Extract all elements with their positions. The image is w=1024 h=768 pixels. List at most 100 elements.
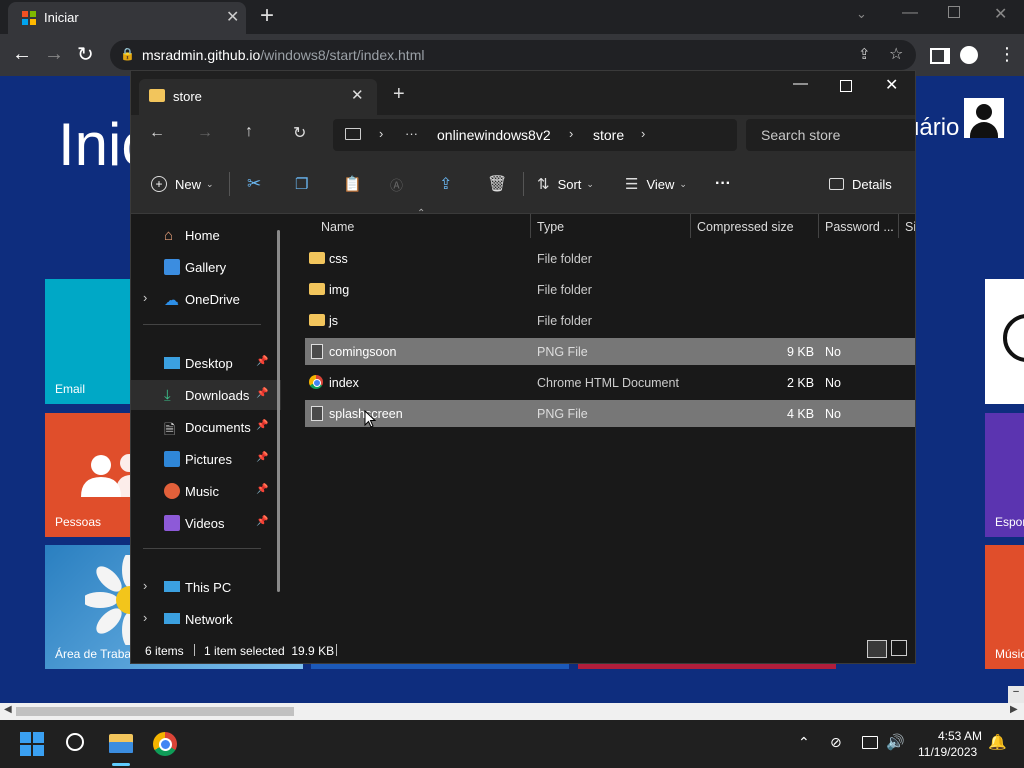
page-scroll-button[interactable]: – bbox=[1008, 686, 1024, 703]
close-window-icon[interactable]: ✕ bbox=[994, 4, 1007, 24]
site-info-icon[interactable]: 🔒 bbox=[120, 47, 135, 61]
bookmark-star-icon[interactable]: ☆ bbox=[889, 44, 903, 64]
new-tab-button[interactable]: + bbox=[260, 2, 274, 30]
nav-item-videos[interactable]: Videos 📌 bbox=[131, 508, 281, 538]
breadcrumb-item[interactable]: store bbox=[593, 127, 624, 143]
browser-tab[interactable]: Iniciar ✕ bbox=[8, 2, 246, 34]
breadcrumb-more[interactable]: ··· bbox=[405, 126, 418, 141]
search-tile[interactable] bbox=[985, 279, 1024, 404]
menu-icon[interactable]: ⋮ bbox=[998, 44, 1016, 65]
search-icon[interactable] bbox=[66, 733, 84, 751]
nav-item-onedrive[interactable]: › ☁ OneDrive bbox=[131, 284, 281, 314]
breadcrumb-item[interactable]: onlinewindows8v2 bbox=[437, 127, 551, 143]
chevron-right-icon[interactable]: › bbox=[143, 290, 147, 305]
column-header-password[interactable]: Password ... bbox=[825, 220, 894, 234]
tiles-view-icon[interactable] bbox=[891, 640, 907, 656]
details-view-icon[interactable] bbox=[867, 640, 887, 658]
explorer-minimize-icon[interactable]: — bbox=[793, 75, 808, 92]
back-icon[interactable]: ← bbox=[12, 43, 32, 66]
table-row[interactable]: css File folder bbox=[305, 245, 915, 272]
nav-item-desktop[interactable]: Desktop 📌 bbox=[131, 348, 281, 378]
search-box[interactable]: Search store bbox=[746, 119, 915, 151]
table-row[interactable]: img File folder bbox=[305, 276, 915, 303]
sort-button[interactable]: ⇅ Sort ⌄ bbox=[537, 155, 594, 213]
side-panel-icon[interactable] bbox=[930, 48, 950, 64]
nav-item-documents[interactable]: 🗎 Documents 📌 bbox=[131, 412, 281, 442]
view-button[interactable]: ☰ View ⌄ bbox=[625, 155, 687, 213]
nav-item-music[interactable]: Music 📌 bbox=[131, 476, 281, 506]
sports-tile[interactable]: Espor bbox=[985, 413, 1024, 537]
pin-icon[interactable]: 📌 bbox=[256, 516, 268, 527]
nav-scrollbar[interactable] bbox=[277, 230, 280, 592]
image-file-icon bbox=[311, 406, 323, 421]
explorer-tab[interactable]: store ✕ bbox=[139, 79, 377, 115]
reload-icon[interactable]: ↻ bbox=[77, 42, 94, 67]
table-row[interactable]: js File folder bbox=[305, 307, 915, 334]
user-avatar[interactable] bbox=[964, 98, 1004, 138]
computer-icon bbox=[345, 128, 361, 140]
refresh-icon[interactable]: ↻ bbox=[293, 123, 306, 143]
explorer-new-tab-button[interactable]: + bbox=[393, 83, 405, 106]
clock-time[interactable]: 4:53 AM bbox=[938, 729, 982, 743]
tab-search-icon[interactable]: ⌄ bbox=[856, 6, 867, 22]
pin-icon[interactable]: 📌 bbox=[256, 356, 268, 367]
search-input[interactable]: Search store bbox=[761, 127, 840, 143]
nav-item-downloads[interactable]: ⤓ Downloads 📌 bbox=[131, 380, 281, 410]
chevron-right-icon[interactable]: › bbox=[143, 578, 147, 593]
column-header-size[interactable]: Compressed size bbox=[697, 220, 794, 234]
chevron-up-icon[interactable]: ⌃ bbox=[798, 734, 810, 751]
chrome-taskbar-icon[interactable] bbox=[153, 732, 177, 756]
clock-date[interactable]: 11/19/2023 bbox=[918, 745, 977, 759]
nav-item-gallery[interactable]: Gallery bbox=[131, 252, 281, 282]
close-icon[interactable]: ✕ bbox=[226, 7, 239, 27]
scroll-right-icon[interactable]: ▶ bbox=[1010, 704, 1018, 715]
network-offline-icon[interactable]: ⊘ bbox=[830, 734, 842, 751]
copy-icon[interactable]: ❐ bbox=[295, 155, 308, 213]
nav-item-thispc[interactable]: › This PC bbox=[131, 572, 281, 602]
music-tile[interactable]: Músic bbox=[985, 545, 1024, 669]
table-row[interactable]: comingsoon PNG File 9 KB No bbox=[305, 338, 915, 365]
share-icon[interactable]: ⇪ bbox=[858, 45, 871, 63]
pin-icon[interactable]: 📌 bbox=[256, 452, 268, 463]
cut-icon[interactable]: ✂ bbox=[247, 155, 261, 213]
notification-bell-icon[interactable]: 🔔 bbox=[988, 733, 1007, 751]
column-header-name[interactable]: Name bbox=[321, 220, 354, 234]
share-icon[interactable]: ⇪ bbox=[439, 155, 452, 213]
more-options-button[interactable]: ··· bbox=[715, 155, 731, 213]
nav-item-home[interactable]: ⌂ Home bbox=[131, 220, 281, 250]
explorer-close-icon[interactable]: ✕ bbox=[885, 75, 898, 95]
chevron-right-icon[interactable]: › bbox=[143, 610, 147, 625]
pin-icon[interactable]: 📌 bbox=[256, 484, 268, 495]
explorer-maximize-icon[interactable] bbox=[840, 80, 852, 92]
table-row[interactable]: index Chrome HTML Document 2 KB No bbox=[305, 369, 915, 396]
nav-item-pictures[interactable]: Pictures 📌 bbox=[131, 444, 281, 474]
file-explorer-taskbar-icon[interactable] bbox=[107, 732, 135, 756]
column-header-extra[interactable]: Si bbox=[905, 220, 915, 234]
new-button[interactable]: + New ⌄ bbox=[151, 155, 214, 213]
forward-icon[interactable]: → bbox=[197, 124, 213, 142]
profile-avatar-icon[interactable] bbox=[960, 46, 978, 64]
back-icon[interactable]: ← bbox=[149, 124, 165, 142]
pin-icon[interactable]: 📌 bbox=[256, 420, 268, 431]
scroll-thumb[interactable] bbox=[16, 707, 294, 716]
minimize-icon[interactable]: — bbox=[902, 4, 918, 22]
display-icon[interactable] bbox=[862, 736, 878, 749]
desktop-icon bbox=[164, 357, 180, 369]
delete-icon[interactable]: 🗑 bbox=[487, 155, 507, 213]
nav-item-network[interactable]: › Network bbox=[131, 604, 281, 634]
column-header-type[interactable]: Type bbox=[537, 220, 564, 234]
page-horizontal-scrollbar[interactable]: ◀ ▶ bbox=[0, 703, 1024, 720]
address-bar[interactable]: 🔒 msradmin.github.io/windows8/start/inde… bbox=[110, 40, 916, 70]
close-icon[interactable]: ✕ bbox=[351, 86, 364, 104]
table-row[interactable]: splashscreen PNG File 4 KB No bbox=[305, 400, 915, 427]
up-icon[interactable]: ↑ bbox=[245, 123, 253, 141]
details-button[interactable]: Details bbox=[829, 155, 892, 213]
pin-icon[interactable]: 📌 bbox=[256, 388, 268, 399]
scroll-left-icon[interactable]: ◀ bbox=[4, 704, 12, 715]
start-icon[interactable] bbox=[20, 732, 44, 756]
file-explorer-window[interactable]: store ✕ + — ✕ ← → ↑ ↻ › ··· onlinewindow… bbox=[130, 70, 916, 664]
forward-icon[interactable]: → bbox=[44, 43, 64, 66]
breadcrumb[interactable]: › ··· onlinewindows8v2 › store › bbox=[333, 119, 737, 151]
volume-icon[interactable]: 🔊 bbox=[886, 733, 905, 751]
restore-icon[interactable] bbox=[948, 6, 960, 18]
